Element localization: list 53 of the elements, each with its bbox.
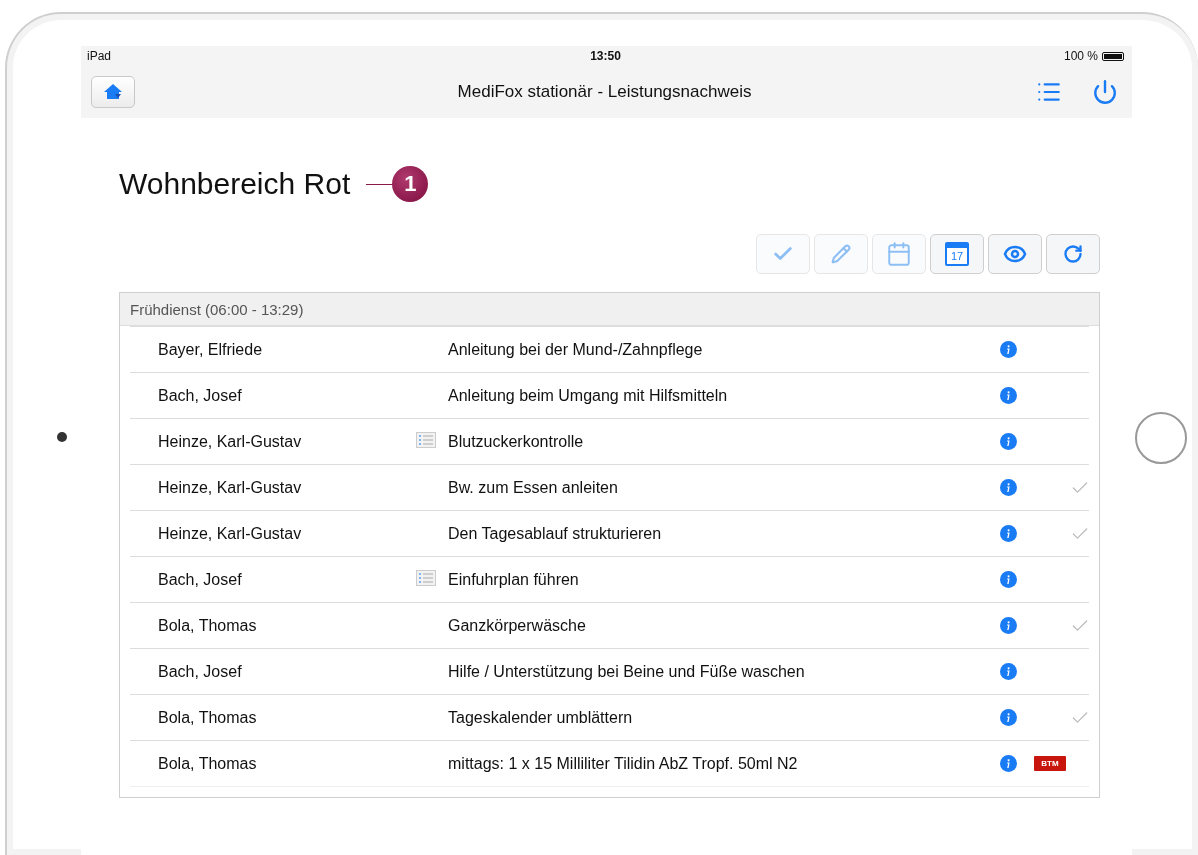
refresh-button[interactable] bbox=[1046, 234, 1100, 274]
page-title: Wohnbereich Rot bbox=[119, 167, 351, 201]
calendar-button[interactable]: 17 bbox=[930, 234, 984, 274]
leader-line bbox=[366, 183, 393, 185]
task-name: Tageskalender umblättern bbox=[448, 708, 634, 727]
resident-name: Bayer, Elfriede bbox=[158, 340, 264, 359]
battery-percent: 100 % bbox=[1063, 49, 1098, 63]
camera-dot bbox=[57, 432, 67, 442]
info-icon[interactable] bbox=[1000, 525, 1017, 542]
info-icon[interactable] bbox=[1000, 341, 1017, 358]
power-icon bbox=[1092, 79, 1118, 105]
refresh-icon bbox=[1063, 244, 1083, 264]
info-icon[interactable] bbox=[1000, 663, 1017, 680]
task-name: Einfuhrplan führen bbox=[448, 570, 580, 589]
info-icon[interactable] bbox=[1000, 387, 1017, 404]
resident-name: Heinze, Karl-Gustav bbox=[158, 524, 303, 543]
resident-name: Bola, Thomas bbox=[158, 616, 258, 635]
task-name: Ganzkörperwäsche bbox=[448, 616, 587, 635]
info-icon[interactable] bbox=[1000, 479, 1017, 496]
task-name: Bw. zum Essen anleiten bbox=[448, 478, 619, 497]
resident-name: Bach, Josef bbox=[158, 386, 243, 405]
battery-icon bbox=[1102, 51, 1124, 61]
info-icon[interactable] bbox=[1000, 433, 1017, 450]
calendar-icon bbox=[886, 241, 912, 267]
resident-name: Bach, Josef bbox=[158, 662, 243, 681]
resident-name: Bola, Thomas bbox=[158, 754, 258, 773]
info-icon[interactable] bbox=[1000, 755, 1017, 772]
shift-header: Frühdienst (06:00 - 13:29) bbox=[120, 293, 1099, 326]
task-name: Anleitung beim Umgang mit Hilfsmitteln bbox=[448, 386, 729, 405]
device-name: iPad bbox=[87, 49, 113, 63]
home-hardware-button[interactable] bbox=[1135, 412, 1187, 464]
resident-name: Bola, Thomas bbox=[158, 708, 258, 727]
task-name: mittags: 1 x 15 Milliliter Tilidin AbZ Tropf. 50ml N2 bbox=[448, 754, 799, 773]
resident-name: Heinze, Karl-Gustav bbox=[158, 478, 303, 497]
eye-button[interactable] bbox=[988, 234, 1042, 274]
info-icon[interactable] bbox=[1000, 709, 1017, 726]
nav-title: MediFox stationär - Leistungsnachweis bbox=[457, 82, 752, 102]
resident-name: Bach, Josef bbox=[158, 570, 243, 589]
info-icon[interactable] bbox=[1000, 617, 1017, 634]
task-name: Den Tagesablauf strukturieren bbox=[448, 524, 663, 543]
task-name: Blutzuckerkontrolle bbox=[448, 432, 585, 451]
calendar-icon: 17 bbox=[945, 242, 969, 266]
power-button[interactable] bbox=[1092, 79, 1118, 105]
info-icon[interactable] bbox=[1000, 571, 1017, 588]
house-icon bbox=[103, 83, 123, 101]
task-name: Hilfe / Unterstützung bei Beine und Füße waschen bbox=[448, 662, 806, 681]
callout-number: 1 bbox=[392, 166, 429, 202]
task-name: Anleitung bei der Mund-/Zahnpflege bbox=[448, 340, 704, 359]
home-button[interactable] bbox=[91, 76, 135, 108]
clock: 13:50 bbox=[590, 49, 621, 63]
pencil-icon bbox=[831, 244, 851, 264]
resident-name: Heinze, Karl-Gustav bbox=[158, 432, 303, 451]
medication-tag: BTM bbox=[1034, 756, 1066, 771]
